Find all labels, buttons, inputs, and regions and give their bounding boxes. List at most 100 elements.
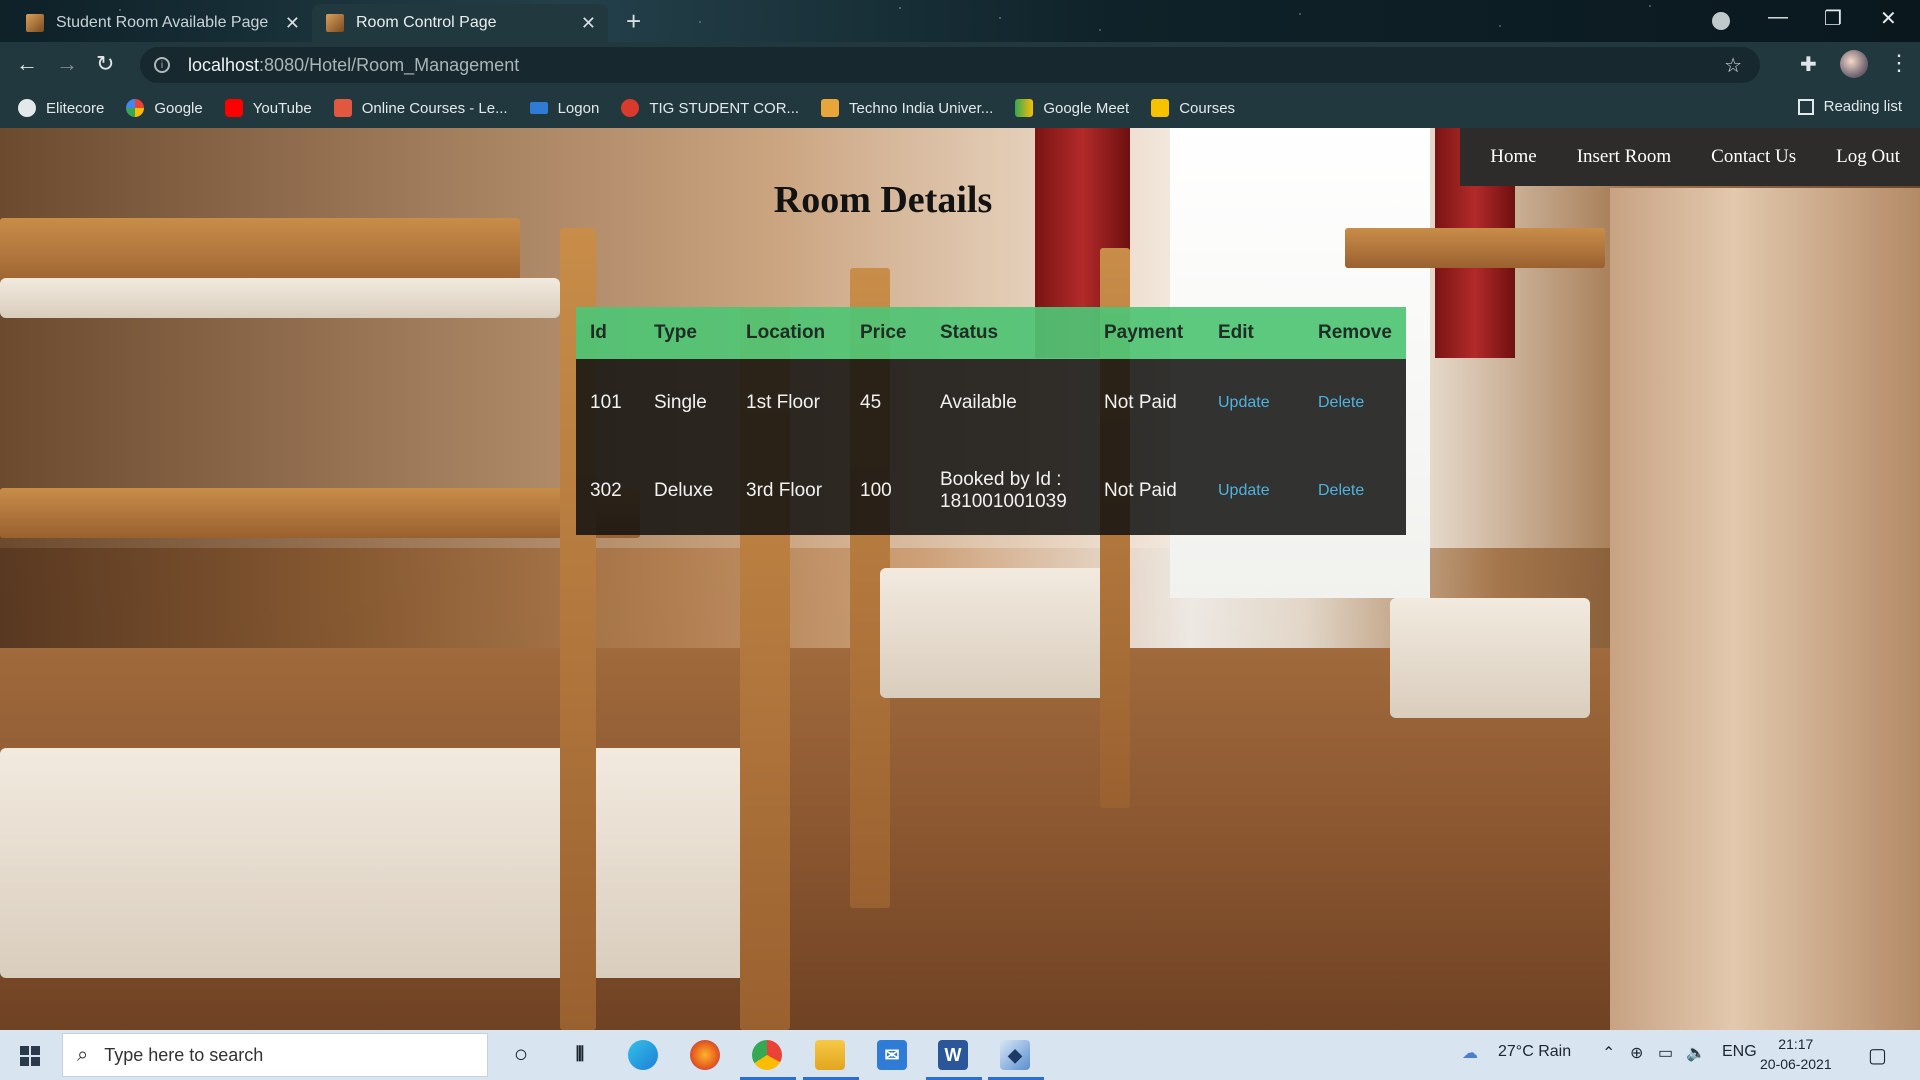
delete-link[interactable]: Delete bbox=[1318, 482, 1364, 499]
column-header: Type bbox=[654, 322, 697, 343]
nav-log-out-link[interactable]: Log Out bbox=[1816, 128, 1920, 186]
url-host: localhost bbox=[188, 54, 260, 75]
word-icon[interactable]: W bbox=[938, 1040, 968, 1070]
tray-chevron-up-icon[interactable]: ⌃ bbox=[1602, 1043, 1615, 1063]
google-icon bbox=[126, 99, 145, 117]
task-view-icon[interactable]: ⫴ bbox=[565, 1040, 595, 1070]
close-icon[interactable]: ✕ bbox=[581, 13, 596, 34]
status-line: Available bbox=[940, 392, 1017, 413]
sap-icon bbox=[529, 102, 548, 114]
app-cube-icon[interactable]: ◆ bbox=[1000, 1040, 1030, 1070]
browser-tab-strip: Student Room Available Page ✕ Room Contr… bbox=[0, 0, 1920, 42]
page-title: Room Details bbox=[773, 179, 993, 221]
new-tab-plus-icon[interactable]: + bbox=[626, 6, 641, 37]
mail-icon[interactable]: ✉ bbox=[877, 1040, 907, 1070]
bookmark-google-meet[interactable]: Google Meet bbox=[1015, 99, 1129, 117]
mattress-center-decor bbox=[880, 568, 1120, 698]
mattress-top-left-decor bbox=[0, 278, 560, 318]
column-header: Status bbox=[940, 322, 999, 343]
bookmark-logon[interactable]: Logon bbox=[529, 99, 600, 117]
battery-icon[interactable]: ▭ bbox=[1658, 1043, 1673, 1063]
bookmark-youtube[interactable]: YouTube bbox=[224, 99, 312, 117]
extensions-puzzle-icon[interactable]: ✚ bbox=[1800, 52, 1817, 77]
globe-icon bbox=[18, 99, 36, 117]
bookmark-online-courses[interactable]: Online Courses - Le... bbox=[333, 99, 508, 117]
cell-remove: Delete bbox=[1304, 359, 1406, 447]
courses-icon bbox=[333, 99, 352, 117]
language-indicator[interactable]: ENG bbox=[1722, 1043, 1757, 1061]
table-row: 302 Deluxe 3rd Floor 100 Booked by Id : … bbox=[576, 447, 1406, 535]
page-viewport: Home Insert Room Contact Us Log Out Room… bbox=[0, 128, 1920, 1030]
cell-price: 100 bbox=[860, 480, 892, 501]
edge-browser-icon[interactable] bbox=[628, 1040, 658, 1070]
bookmark-label: Online Courses - Le... bbox=[361, 99, 508, 117]
mattress-bottom-left-decor bbox=[0, 748, 780, 978]
file-explorer-icon[interactable] bbox=[815, 1040, 845, 1070]
forward-arrow-icon[interactable]: → bbox=[56, 51, 78, 77]
reading-list-button[interactable]: Reading list bbox=[1797, 98, 1902, 115]
restore-icon[interactable]: ❐ bbox=[1824, 6, 1842, 31]
cell-type: Single bbox=[654, 392, 707, 413]
bookmark-label: Logon bbox=[557, 99, 600, 117]
site-info-icon[interactable]: i bbox=[154, 57, 170, 73]
minimize-icon[interactable]: — bbox=[1768, 6, 1788, 29]
close-icon[interactable]: ✕ bbox=[285, 13, 300, 34]
bookmark-star-icon[interactable]: ☆ bbox=[1724, 53, 1742, 78]
status-booked-id: 181001001039 bbox=[940, 491, 1067, 512]
update-link[interactable]: Update bbox=[1218, 394, 1270, 411]
bookmark-techno-india[interactable]: Techno India Univer... bbox=[821, 99, 993, 117]
window-close-icon[interactable]: ✕ bbox=[1880, 6, 1897, 31]
network-globe-icon[interactable]: ⊕ bbox=[1630, 1043, 1643, 1063]
volume-icon[interactable]: 🔈 bbox=[1686, 1043, 1706, 1063]
tab-room-control[interactable]: Room Control Page ✕ bbox=[312, 4, 608, 42]
reload-icon[interactable]: ↻ bbox=[96, 51, 114, 77]
column-header: Remove bbox=[1318, 322, 1392, 343]
classroom-icon bbox=[1151, 99, 1170, 117]
cell-payment: Not Paid bbox=[1104, 480, 1177, 501]
mattress-right-decor bbox=[1390, 598, 1590, 718]
system-clock[interactable]: 21:17 20-06-2021 bbox=[1760, 1034, 1832, 1074]
back-arrow-icon[interactable]: ← bbox=[16, 51, 38, 77]
windows-start-icon[interactable] bbox=[20, 1046, 40, 1066]
table-row: 101 Single 1st Floor 45 Available Not Pa… bbox=[576, 359, 1406, 447]
search-placeholder: Type here to search bbox=[104, 1044, 264, 1065]
bookmark-google[interactable]: Google bbox=[126, 99, 203, 117]
tab-title: Room Control Page bbox=[356, 14, 497, 31]
cell-id: 101 bbox=[590, 392, 622, 413]
chrome-icon[interactable] bbox=[752, 1040, 782, 1070]
youtube-icon bbox=[224, 99, 243, 117]
page-favicon-icon bbox=[326, 14, 344, 32]
room-details-table: Id Type Location Price Status Payment Ed… bbox=[576, 307, 1406, 535]
clock-time: 21:17 bbox=[1778, 1036, 1814, 1052]
bookmark-tig[interactable]: TIG STUDENT COR... bbox=[621, 99, 799, 117]
taskbar-search-box[interactable]: ⌕ Type here to search bbox=[62, 1033, 488, 1077]
update-link[interactable]: Update bbox=[1218, 482, 1270, 499]
cell-payment: Not Paid bbox=[1104, 392, 1177, 413]
bookmark-label: Google Meet bbox=[1043, 99, 1130, 117]
meet-icon bbox=[1015, 99, 1034, 117]
profile-avatar[interactable] bbox=[1840, 50, 1868, 78]
bunk-top-right-decor bbox=[1345, 228, 1605, 268]
weather-cloud-icon[interactable]: ☁ bbox=[1462, 1043, 1478, 1063]
bookmark-elitecore[interactable]: Elitecore bbox=[18, 99, 104, 117]
menu-kebab-icon[interactable]: ⋮ bbox=[1888, 50, 1910, 76]
bookmark-label: Courses bbox=[1179, 99, 1236, 117]
address-bar[interactable]: i localhost:8080/Hotel/Room_Management ☆ bbox=[140, 47, 1760, 83]
cell-location: 1st Floor bbox=[746, 392, 820, 413]
cell-price: 45 bbox=[860, 392, 882, 413]
column-header: Location bbox=[746, 322, 826, 343]
cell-id: 302 bbox=[590, 480, 622, 501]
cell-type: Deluxe bbox=[654, 480, 714, 501]
bookmarks-bar: Elitecore Google YouTube Online Courses … bbox=[0, 88, 1920, 128]
tab-search-icon[interactable] bbox=[1712, 12, 1730, 30]
weather-text[interactable]: 27°C Rain bbox=[1498, 1043, 1571, 1061]
column-header: Price bbox=[860, 322, 907, 343]
cortana-circle-icon[interactable]: ○ bbox=[506, 1040, 536, 1070]
search-icon: ⌕ bbox=[77, 1043, 89, 1066]
firefox-icon[interactable] bbox=[690, 1040, 720, 1070]
delete-link[interactable]: Delete bbox=[1318, 394, 1364, 411]
tab-student-room[interactable]: Student Room Available Page ✕ bbox=[12, 4, 312, 42]
notifications-icon[interactable]: ▢ bbox=[1868, 1043, 1887, 1068]
bookmark-courses[interactable]: Courses bbox=[1151, 99, 1235, 117]
bookmark-label: YouTube bbox=[252, 99, 312, 117]
